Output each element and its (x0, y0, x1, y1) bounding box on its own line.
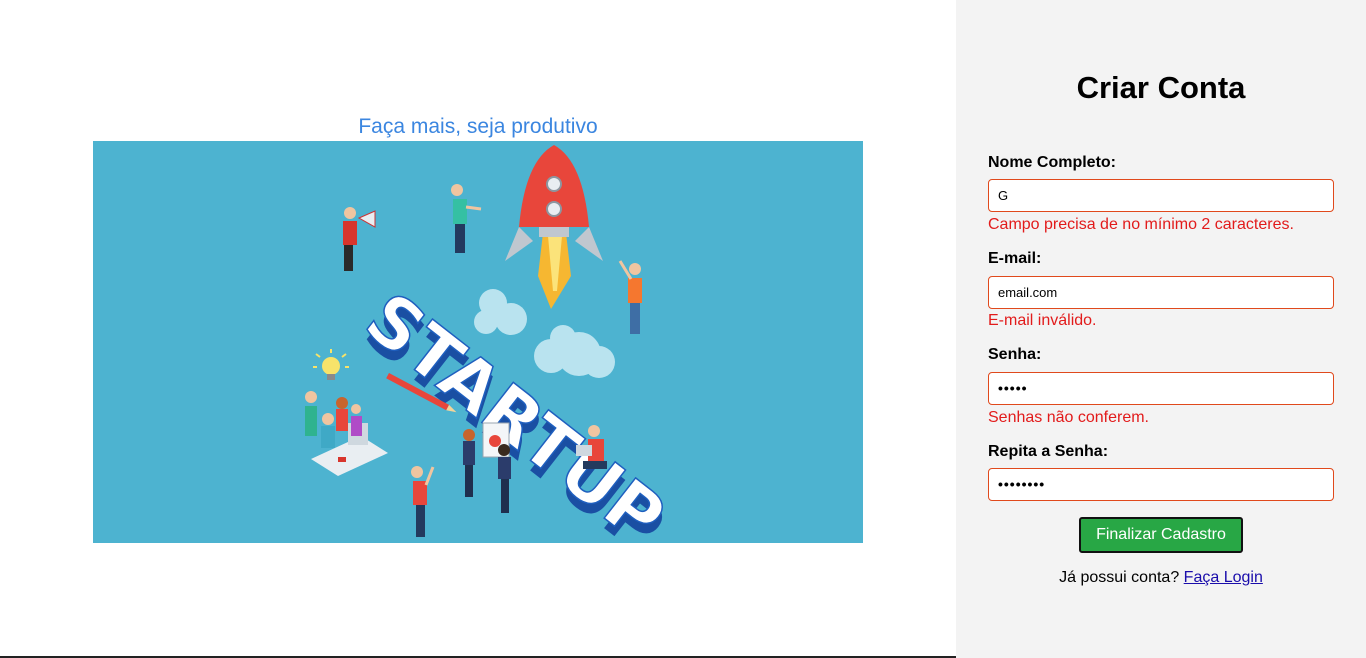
confirm-password-input[interactable]: •••••••• (988, 468, 1334, 501)
startup-illustration-svg: STARTUP STARTUP (305, 145, 680, 543)
name-error: Campo precisa de no mínimo 2 caracteres. (988, 216, 1294, 233)
login-prompt-text: Já possui conta? (1059, 569, 1180, 586)
password-input[interactable]: ••••• (988, 372, 1334, 405)
password-label: Senha: (988, 346, 1042, 363)
email-label: E-mail: (988, 250, 1042, 267)
finish-signup-button[interactable]: Finalizar Cadastro (1079, 517, 1243, 553)
rocket-icon (505, 145, 603, 309)
startup-illustration: STARTUP STARTUP (93, 141, 863, 543)
email-input[interactable]: email.com (988, 276, 1334, 309)
name-input[interactable]: G (988, 179, 1334, 212)
signup-panel: Criar Conta Nome Completo: G Campo preci… (956, 0, 1366, 658)
hero-tagline: Faça mais, seja produtivo (358, 115, 598, 138)
password-error: Senhas não conferem. (988, 409, 1149, 426)
name-label: Nome Completo: (988, 154, 1116, 171)
login-prompt-line: Já possui conta? Faça Login (956, 569, 1366, 587)
form-title: Criar Conta (1076, 70, 1246, 105)
hero-section: Faça mais, seja produtivo STARTUP STARTU… (0, 0, 956, 658)
confirm-password-label: Repita a Senha: (988, 443, 1109, 460)
lightbulb-icon (313, 349, 349, 380)
login-link[interactable]: Faça Login (1184, 569, 1263, 586)
email-error: E-mail inválido. (988, 312, 1097, 329)
page: Faça mais, seja produtivo STARTUP STARTU… (0, 0, 1366, 658)
